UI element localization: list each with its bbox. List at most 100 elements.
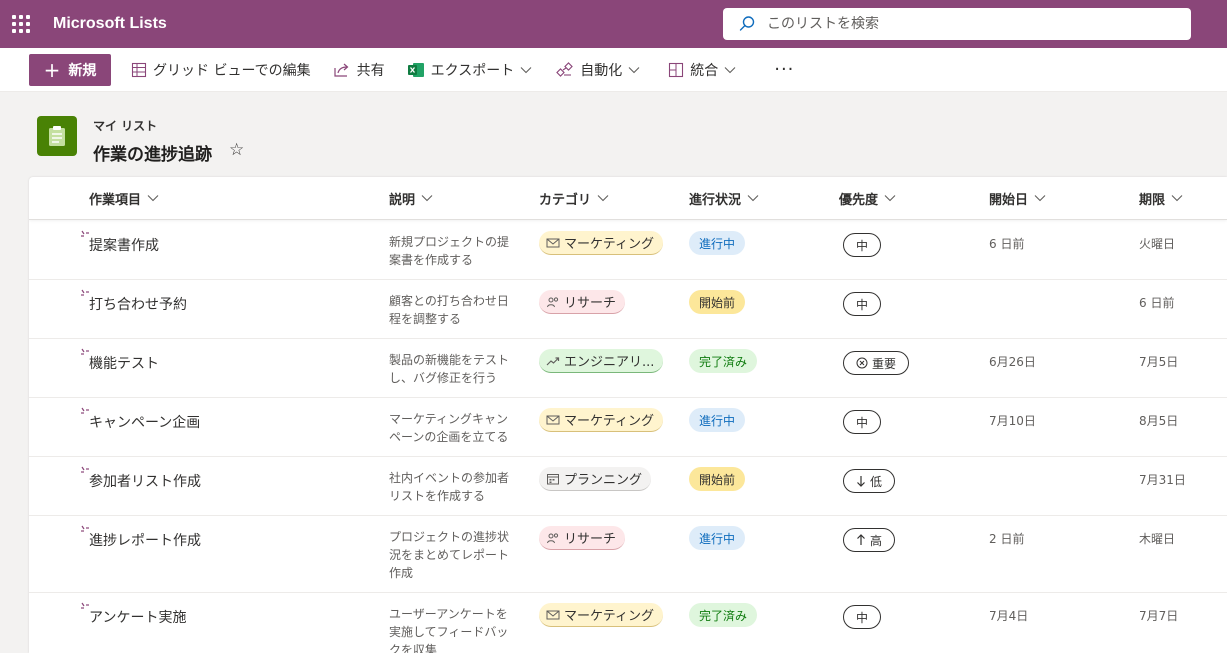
status-badge: 開始前: [689, 467, 746, 491]
row-title[interactable]: 参加者リスト作成: [89, 471, 201, 491]
row-description: 社内イベントの参加者リストを作成する: [389, 471, 510, 503]
category-pill: エンジニアリ...: [539, 349, 664, 373]
export-button[interactable]: エクスポート: [407, 48, 539, 92]
category-pill: マーケティング: [539, 231, 663, 255]
row-title[interactable]: 提案書作成: [89, 235, 159, 255]
table-row[interactable]: 進捗レポート作成 プロジェクトの進捗状況をまとめてレポート作成 リサーチ 進行中…: [29, 516, 1227, 593]
automate-icon: [556, 61, 574, 77]
chevron-down-icon: [147, 195, 159, 202]
row-description: 製品の新機能をテストし、バグ修正を行う: [389, 353, 510, 385]
search-input[interactable]: [767, 16, 1167, 32]
priority-pill: 中: [843, 605, 882, 629]
status-badge: 進行中: [689, 408, 746, 432]
row-title[interactable]: アンケート実施: [89, 607, 186, 627]
automate-label: 自動化: [580, 62, 623, 79]
arrow-down-icon: [857, 476, 865, 487]
table-row[interactable]: アンケート実施 ユーザーアンケートを実施してフィードバックを収集 マーケティング…: [29, 593, 1227, 653]
start-date: 7月10日: [989, 414, 1036, 428]
start-date: 2 日前: [989, 532, 1025, 546]
category-pill: リサーチ: [539, 526, 626, 550]
start-date: 7月4日: [989, 609, 1029, 623]
app-name[interactable]: Microsoft Lists: [53, 15, 167, 33]
priority-pill: 高: [843, 528, 896, 552]
new-item-button[interactable]: + 新規: [29, 53, 111, 86]
chevron-down-icon: [884, 195, 896, 202]
mail-icon: [546, 415, 560, 424]
app-launcher-button[interactable]: [0, 0, 42, 48]
list-grid: 作業項目 説明 カテゴリ 進行状況 優先度 開始日 期限 提案書作成 新規プロジ…: [29, 177, 1227, 653]
grid-edit-label: グリッド ビューでの編集: [153, 62, 311, 79]
table-row[interactable]: 機能テスト 製品の新機能をテストし、バグ修正を行う エンジニアリ... 完了済み…: [29, 339, 1227, 398]
page-title: 作業の進捗追跡: [93, 145, 212, 165]
category-pill: リサーチ: [539, 290, 626, 314]
column-header-start-date[interactable]: 開始日: [989, 177, 1046, 219]
people-icon: [547, 296, 559, 307]
share-label: 共有: [356, 62, 385, 79]
chevron-down-icon: [421, 195, 433, 202]
command-bar: + 新規 グリッド ビューでの編集 共有 エクスポート 自動化 統合 ···: [0, 48, 1227, 92]
row-description: 新規プロジェクトの提案書を作成する: [389, 235, 510, 267]
search-box[interactable]: [723, 8, 1191, 40]
due-date: 7月31日: [1139, 473, 1186, 487]
due-date: 木曜日: [1139, 532, 1176, 546]
category-label: リサーチ: [564, 532, 617, 547]
priority-label: 低: [870, 474, 883, 489]
chevron-down-icon: [724, 66, 736, 73]
breadcrumb[interactable]: マイ リスト: [93, 117, 157, 134]
row-title[interactable]: 機能テスト: [89, 353, 159, 373]
favorite-star-icon[interactable]: ☆: [229, 140, 244, 160]
people-icon: [547, 532, 559, 543]
row-title[interactable]: キャンペーン企画: [89, 412, 200, 432]
chevron-down-icon: [1034, 195, 1046, 202]
more-commands-button[interactable]: ···: [774, 59, 794, 80]
automate-button[interactable]: 自動化: [556, 48, 646, 92]
column-header-description[interactable]: 説明: [389, 177, 433, 219]
due-date: 7月5日: [1139, 355, 1179, 369]
waffle-icon: [12, 15, 30, 33]
column-header-title[interactable]: 作業項目: [89, 177, 159, 219]
due-date: 火曜日: [1139, 237, 1176, 251]
status-badge: 進行中: [689, 231, 746, 255]
due-date: 8月5日: [1139, 414, 1179, 428]
table-row[interactable]: 提案書作成 新規プロジェクトの提案書を作成する マーケティング 進行中 中 6 …: [29, 221, 1227, 280]
priority-label: 高: [870, 533, 883, 548]
status-badge: 開始前: [689, 290, 746, 314]
mail-icon: [546, 238, 560, 247]
column-header-due-date[interactable]: 期限: [1139, 177, 1183, 219]
column-header-status[interactable]: 進行状況: [689, 177, 759, 219]
status-badge: 完了済み: [689, 349, 758, 373]
integrate-button[interactable]: 統合: [668, 48, 742, 92]
category-pill: マーケティング: [539, 603, 663, 627]
column-header-category[interactable]: カテゴリ: [539, 177, 609, 219]
grid-edit-button[interactable]: グリッド ビューでの編集: [131, 48, 311, 92]
integrate-icon: [669, 62, 684, 77]
app-header: Microsoft Lists: [0, 0, 1227, 48]
row-title[interactable]: 打ち合わせ予約: [89, 294, 187, 314]
status-badge: 進行中: [689, 526, 746, 550]
important-icon: [856, 357, 868, 369]
priority-pill: 重要: [843, 351, 910, 375]
list-icon: [37, 116, 77, 156]
category-label: エンジニアリ...: [564, 355, 655, 370]
table-row[interactable]: キャンペーン企画 マーケティングキャンペーンの企画を立てる マーケティング 進行…: [29, 398, 1227, 457]
start-date: 6 日前: [989, 237, 1025, 251]
priority-pill: 中: [843, 233, 882, 257]
due-date: 7月7日: [1139, 609, 1179, 623]
category-label: マーケティング: [564, 609, 654, 624]
row-title[interactable]: 進捗レポート作成: [89, 530, 201, 550]
search-icon: [739, 16, 755, 31]
priority-pill: 低: [843, 469, 896, 493]
chevron-down-icon: [520, 66, 532, 73]
column-header-priority[interactable]: 優先度: [839, 177, 896, 219]
share-button[interactable]: 共有: [333, 48, 385, 92]
category-label: マーケティング: [564, 414, 654, 429]
priority-label: 中: [856, 610, 869, 625]
table-row[interactable]: 打ち合わせ予約 顧客との打ち合わせ日程を調整する リサーチ 開始前 中 6 日前: [29, 280, 1227, 339]
priority-label: 重要: [872, 356, 897, 371]
priority-label: 中: [856, 415, 869, 430]
new-item-label: 新規: [68, 62, 97, 79]
table-row[interactable]: 参加者リスト作成 社内イベントの参加者リストを作成する プランニング 開始前 低…: [29, 457, 1227, 516]
chevron-down-icon: [1171, 195, 1183, 202]
row-description: ユーザーアンケートを実施してフィードバックを収集: [389, 607, 509, 653]
chevron-down-icon: [597, 195, 609, 202]
